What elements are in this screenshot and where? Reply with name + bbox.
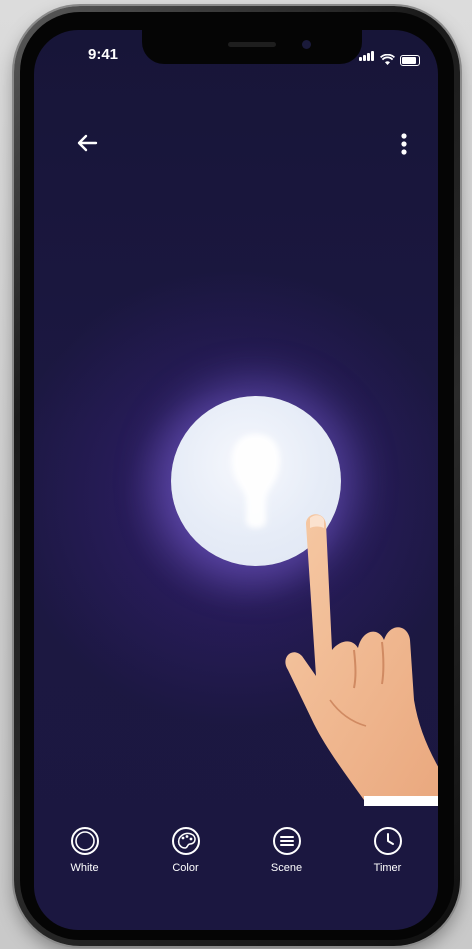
clock-icon: [373, 827, 402, 855]
more-vertical-icon[interactable]: [394, 130, 414, 158]
nav-label-scene: Scene: [270, 862, 303, 874]
nav-label-white: White: [70, 862, 99, 874]
wifi-icon: [380, 54, 395, 65]
nav-item-white[interactable]: White: [45, 826, 125, 874]
nav-item-scene[interactable]: Scene: [247, 826, 327, 874]
nav-label-color: Color: [172, 862, 199, 874]
list-circle-icon: [272, 827, 301, 855]
app-screen: 9:41: [34, 30, 438, 930]
phone-notch: [142, 30, 362, 64]
signal-icon: [359, 48, 375, 66]
battery-icon: [400, 55, 420, 66]
speaker-grille: [228, 42, 276, 47]
status-icons: [359, 48, 420, 66]
pointing-hand-illustration: [285, 514, 438, 806]
front-camera: [302, 40, 311, 49]
bottom-navigation: White Color Scene Timer: [34, 826, 438, 916]
status-time: 9:41: [88, 46, 119, 63]
nav-label-timer: Timer: [373, 862, 402, 874]
arrow-left-icon[interactable]: [74, 130, 100, 156]
nav-item-timer[interactable]: Timer: [348, 826, 428, 874]
palette-icon: [171, 827, 200, 855]
ring-icon: [70, 827, 99, 855]
nav-item-color[interactable]: Color: [146, 826, 226, 874]
